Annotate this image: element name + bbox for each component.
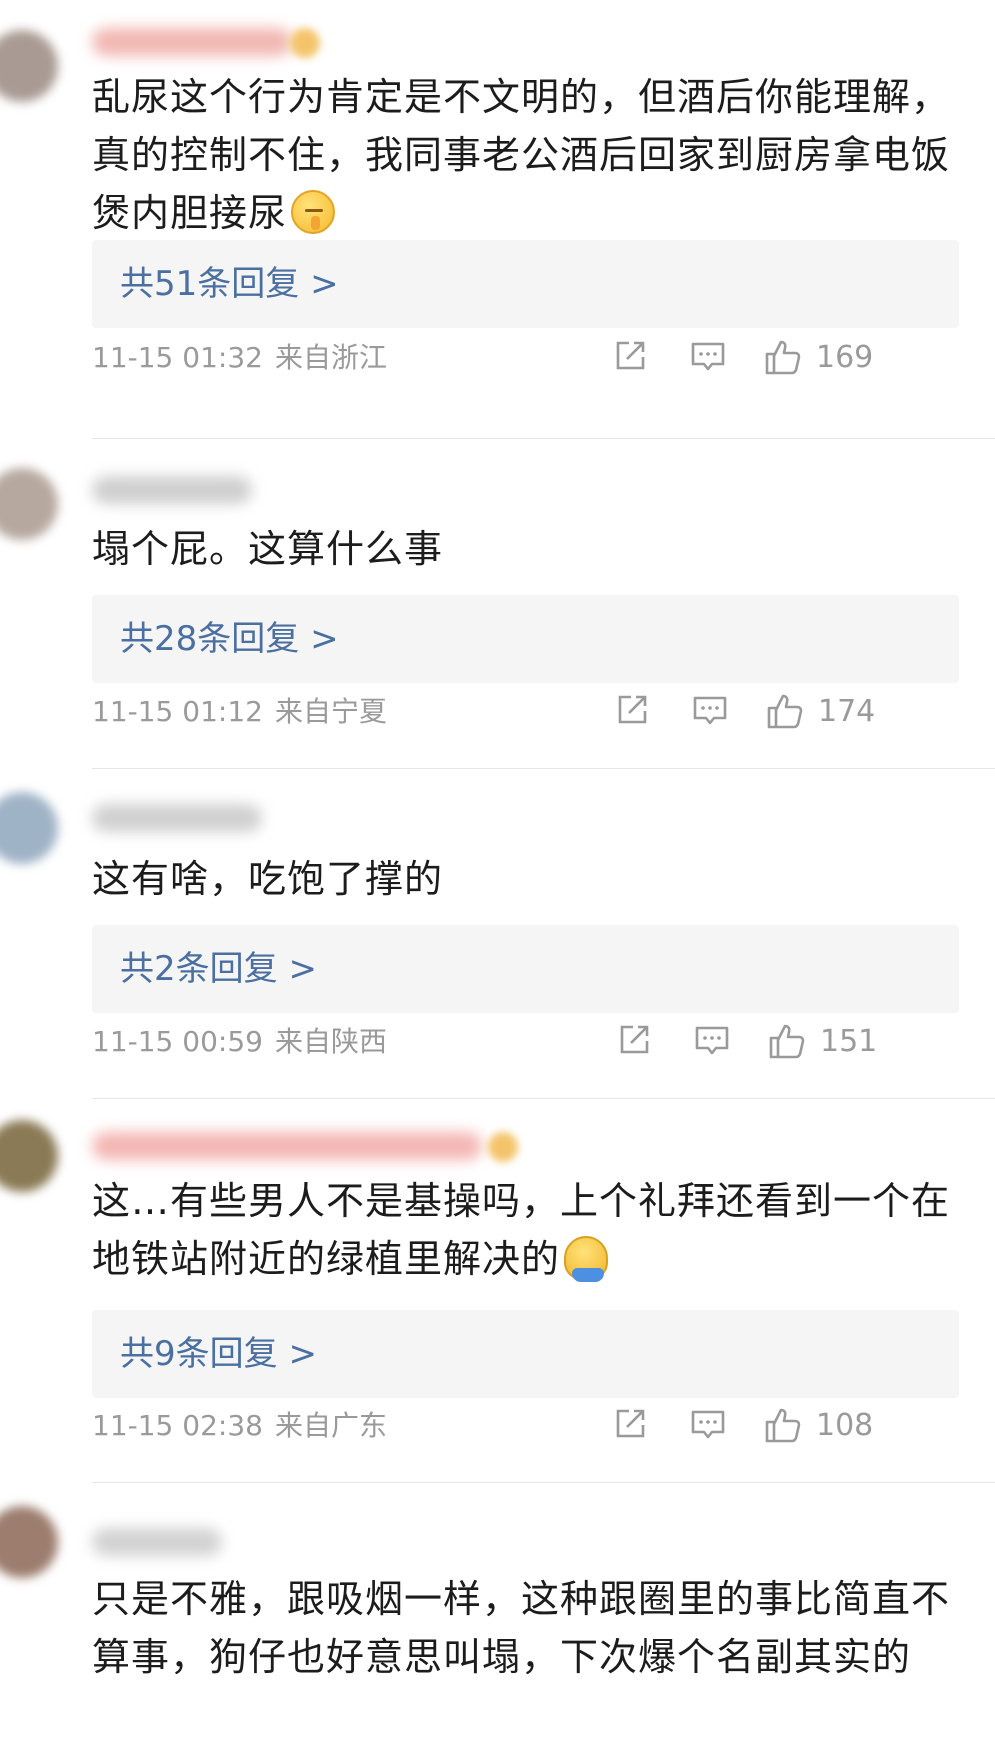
- avatar[interactable]: [0, 468, 58, 540]
- divider: [92, 1098, 995, 1099]
- vip-badge-icon: [488, 1132, 518, 1162]
- like-count: 174: [818, 694, 876, 729]
- comment-icon[interactable]: [690, 338, 726, 378]
- avatar[interactable]: [0, 792, 58, 864]
- avatar[interactable]: [0, 30, 58, 102]
- username-blurred[interactable]: [92, 476, 252, 504]
- comment-item: 这有啥，吃饱了撑的 共2条回复 > 11-15 00:59 来自陕西 151: [0, 770, 995, 1100]
- username-blurred[interactable]: [92, 1132, 482, 1160]
- view-replies-button[interactable]: 共51条回复 >: [92, 240, 959, 328]
- share-icon[interactable]: [616, 1022, 652, 1062]
- avatar[interactable]: [0, 1120, 58, 1192]
- divider: [92, 768, 995, 769]
- vip-badge-icon: [290, 28, 320, 58]
- blob-hug-icon: [564, 1236, 609, 1282]
- comment-item: 乱尿这个行为肯定是不文明的，但酒后你能理解，真的控制不住，我同事老公酒后回家到厨…: [0, 0, 995, 440]
- share-icon[interactable]: [614, 692, 650, 732]
- view-replies-button[interactable]: 共9条回复 >: [92, 1310, 959, 1398]
- comment-text: 只是不雅，跟吸烟一样，这种跟圈里的事比简直不算事，狗仔也好意思叫塌，下次爆个名副…: [92, 1577, 951, 1679]
- divider: [92, 438, 995, 439]
- username-blurred[interactable]: [92, 1528, 222, 1556]
- comment-item: 只是不雅，跟吸烟一样，这种跟圈里的事比简直不算事，狗仔也好意思叫塌，下次爆个名副…: [0, 1484, 995, 1746]
- like-count: 169: [816, 340, 874, 375]
- share-icon[interactable]: [612, 1406, 648, 1446]
- like-icon[interactable]: [766, 692, 804, 732]
- like-count: 151: [820, 1024, 878, 1059]
- shushing-face-icon: [291, 190, 336, 234]
- comment-icon[interactable]: [690, 1406, 726, 1446]
- comment-text: 这…有些男人不是基操吗，上个礼拜还看到一个在地铁站附近的绿植里解决的: [92, 1179, 951, 1282]
- username-blurred[interactable]: [92, 804, 262, 832]
- comment-item: 这…有些男人不是基操吗，上个礼拜还看到一个在地铁站附近的绿植里解决的 共9条回复…: [0, 1100, 995, 1484]
- comment-text: 乱尿这个行为肯定是不文明的，但酒后你能理解，真的控制不住，我同事老公酒后回家到厨…: [92, 75, 951, 235]
- avatar[interactable]: [0, 1506, 58, 1578]
- comment-icon[interactable]: [694, 1022, 730, 1062]
- like-count: 108: [816, 1408, 874, 1443]
- like-icon[interactable]: [768, 1022, 806, 1062]
- comment-item: 塌个屁。这算什么事 共28条回复 > 11-15 01:12 来自宁夏 174: [0, 440, 995, 770]
- username-blurred[interactable]: [92, 28, 292, 56]
- view-replies-button[interactable]: 共2条回复 >: [92, 925, 959, 1013]
- like-icon[interactable]: [764, 338, 802, 378]
- divider: [92, 1482, 995, 1483]
- comment-text: 这有啥，吃饱了撑的: [92, 857, 444, 901]
- like-icon[interactable]: [764, 1406, 802, 1446]
- view-replies-button[interactable]: 共28条回复 >: [92, 595, 959, 683]
- comment-icon[interactable]: [692, 692, 728, 732]
- share-icon[interactable]: [612, 338, 648, 378]
- comment-text: 塌个屁。这算什么事: [92, 527, 444, 571]
